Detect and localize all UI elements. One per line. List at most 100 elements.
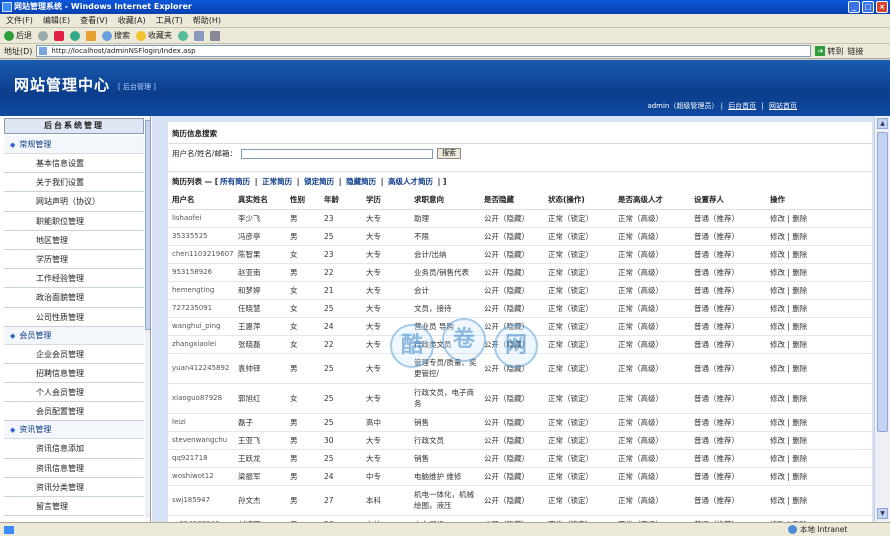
- home-button[interactable]: [86, 30, 96, 41]
- menu-view[interactable]: 查看(V): [80, 15, 108, 26]
- links-button[interactable]: 链接: [847, 46, 863, 57]
- cell-status-toggle[interactable]: 正常（锁定）: [544, 449, 614, 468]
- cell-recommend-toggle[interactable]: 普通（推荐）: [690, 245, 766, 264]
- admin-home-link[interactable]: 后台首页: [728, 102, 756, 110]
- sidebar-item[interactable]: 基本信息设置: [4, 154, 144, 174]
- sidebar-item[interactable]: 留言管理: [4, 497, 144, 517]
- cell-hidden-toggle[interactable]: 公开（隐藏）: [480, 431, 544, 450]
- filter-normal[interactable]: 正常简历: [262, 177, 292, 186]
- cell-senior-toggle[interactable]: 正常（高级）: [614, 317, 690, 336]
- history-button[interactable]: [178, 30, 188, 41]
- site-home-link[interactable]: 网站首页: [769, 102, 797, 110]
- cell-actions[interactable]: 修改 | 删除: [766, 449, 872, 468]
- cell-actions[interactable]: 修改 | 删除: [766, 317, 872, 336]
- cell-senior-toggle[interactable]: 正常（高级）: [614, 227, 690, 246]
- cell-hidden-toggle[interactable]: 公开（隐藏）: [480, 317, 544, 336]
- cell-senior-toggle[interactable]: 正常（高级）: [614, 449, 690, 468]
- filter-locked[interactable]: 锁定简历: [304, 177, 334, 186]
- sidebar-group-general[interactable]: 常规管理: [4, 136, 144, 154]
- sidebar-item[interactable]: 资讯信息管理: [4, 459, 144, 478]
- cell-actions[interactable]: 修改 | 删除: [766, 383, 872, 414]
- sidebar-item[interactable]: 会员配置管理: [4, 402, 144, 422]
- cell-status-toggle[interactable]: 正常（锁定）: [544, 335, 614, 354]
- cell-status-toggle[interactable]: 正常（锁定）: [544, 485, 614, 516]
- sidebar-item[interactable]: 企业会员管理: [4, 345, 144, 364]
- search-input[interactable]: [241, 148, 434, 159]
- cell-hidden-toggle[interactable]: 公开（隐藏）: [480, 515, 544, 522]
- page-scroll-thumb[interactable]: [877, 132, 888, 432]
- sidebar-scrollbar[interactable]: [145, 118, 150, 518]
- scroll-up-icon[interactable]: ▲: [877, 118, 888, 129]
- cell-recommend-toggle[interactable]: 普通（推荐）: [690, 485, 766, 516]
- sidebar-item[interactable]: 个人会员管理: [4, 383, 144, 403]
- sidebar-item[interactable]: 资讯信息添加: [4, 439, 144, 459]
- cell-recommend-toggle[interactable]: 普通（推荐）: [690, 281, 766, 300]
- cell-senior-toggle[interactable]: 正常（高级）: [614, 209, 690, 228]
- filter-senior[interactable]: 高级人才简历: [388, 177, 433, 186]
- refresh-button[interactable]: [70, 30, 80, 41]
- cell-status-toggle[interactable]: 正常（锁定）: [544, 299, 614, 318]
- cell-recommend-toggle[interactable]: 普通（推荐）: [690, 431, 766, 450]
- cell-senior-toggle[interactable]: 正常（高级）: [614, 485, 690, 516]
- cell-senior-toggle[interactable]: 正常（高级）: [614, 515, 690, 522]
- minimize-button[interactable]: _: [848, 1, 860, 13]
- cell-actions[interactable]: 修改 | 删除: [766, 209, 872, 228]
- close-button[interactable]: ×: [876, 1, 888, 13]
- cell-status-toggle[interactable]: 正常（锁定）: [544, 353, 614, 384]
- sidebar-scroll-thumb[interactable]: [145, 120, 150, 330]
- cell-hidden-toggle[interactable]: 公开（隐藏）: [480, 227, 544, 246]
- cell-senior-toggle[interactable]: 正常（高级）: [614, 335, 690, 354]
- search-button[interactable]: 搜索: [102, 30, 130, 41]
- cell-status-toggle[interactable]: 正常（锁定）: [544, 245, 614, 264]
- cell-actions[interactable]: 修改 | 删除: [766, 227, 872, 246]
- mail-button[interactable]: [194, 30, 204, 41]
- search-submit-button[interactable]: 搜索: [437, 148, 462, 159]
- favorites-button[interactable]: 收藏夹: [136, 30, 172, 41]
- cell-actions[interactable]: 修改 | 删除: [766, 515, 872, 522]
- cell-recommend-toggle[interactable]: 普通（推荐）: [690, 227, 766, 246]
- sidebar-item[interactable]: 地区管理: [4, 231, 144, 250]
- cell-senior-toggle[interactable]: 正常（高级）: [614, 383, 690, 414]
- cell-senior-toggle[interactable]: 正常（高级）: [614, 467, 690, 486]
- cell-actions[interactable]: 修改 | 删除: [766, 413, 872, 432]
- cell-hidden-toggle[interactable]: 公开（隐藏）: [480, 485, 544, 516]
- cell-hidden-toggle[interactable]: 公开（隐藏）: [480, 209, 544, 228]
- sidebar-item[interactable]: 工作经验管理: [4, 269, 144, 289]
- cell-recommend-toggle[interactable]: 普通（推荐）: [690, 335, 766, 354]
- cell-hidden-toggle[interactable]: 公开（隐藏）: [480, 245, 544, 264]
- cell-hidden-toggle[interactable]: 公开（隐藏）: [480, 449, 544, 468]
- cell-actions[interactable]: 修改 | 删除: [766, 353, 872, 384]
- menu-tools[interactable]: 工具(T): [156, 15, 183, 26]
- cell-hidden-toggle[interactable]: 公开（隐藏）: [480, 263, 544, 282]
- cell-recommend-toggle[interactable]: 普通（推荐）: [690, 383, 766, 414]
- cell-hidden-toggle[interactable]: 公开（隐藏）: [480, 383, 544, 414]
- menu-file[interactable]: 文件(F): [6, 15, 33, 26]
- page-scrollbar[interactable]: ▲ ▼: [874, 116, 890, 522]
- sidebar-item[interactable]: 网站声明（协议）: [4, 192, 144, 212]
- cell-recommend-toggle[interactable]: 普通（推荐）: [690, 317, 766, 336]
- back-button[interactable]: 后退: [4, 30, 32, 41]
- cell-actions[interactable]: 修改 | 删除: [766, 467, 872, 486]
- cell-actions[interactable]: 修改 | 删除: [766, 245, 872, 264]
- filter-hidden[interactable]: 隐藏简历: [346, 177, 376, 186]
- cell-status-toggle[interactable]: 正常（锁定）: [544, 413, 614, 432]
- menu-favorites[interactable]: 收藏(A): [118, 15, 146, 26]
- cell-recommend-toggle[interactable]: 普通（推荐）: [690, 449, 766, 468]
- stop-button[interactable]: [54, 30, 64, 41]
- sidebar-item[interactable]: 公司性质管理: [4, 308, 144, 327]
- cell-recommend-toggle[interactable]: 普通（推荐）: [690, 353, 766, 384]
- cell-recommend-toggle[interactable]: 普通（推荐）: [690, 515, 766, 522]
- print-button[interactable]: [210, 30, 220, 41]
- cell-actions[interactable]: 修改 | 删除: [766, 431, 872, 450]
- go-button[interactable]: ➜ 转到: [815, 46, 843, 57]
- menu-edit[interactable]: 编辑(E): [43, 15, 70, 26]
- cell-actions[interactable]: 修改 | 删除: [766, 263, 872, 282]
- cell-senior-toggle[interactable]: 正常（高级）: [614, 263, 690, 282]
- cell-status-toggle[interactable]: 正常（锁定）: [544, 263, 614, 282]
- cell-status-toggle[interactable]: 正常（锁定）: [544, 383, 614, 414]
- sidebar-group-news[interactable]: 资讯管理: [4, 421, 144, 440]
- cell-actions[interactable]: 修改 | 删除: [766, 485, 872, 516]
- cell-hidden-toggle[interactable]: 公开（隐藏）: [480, 467, 544, 486]
- sidebar-item[interactable]: 招聘信息管理: [4, 364, 144, 384]
- cell-recommend-toggle[interactable]: 普通（推荐）: [690, 263, 766, 282]
